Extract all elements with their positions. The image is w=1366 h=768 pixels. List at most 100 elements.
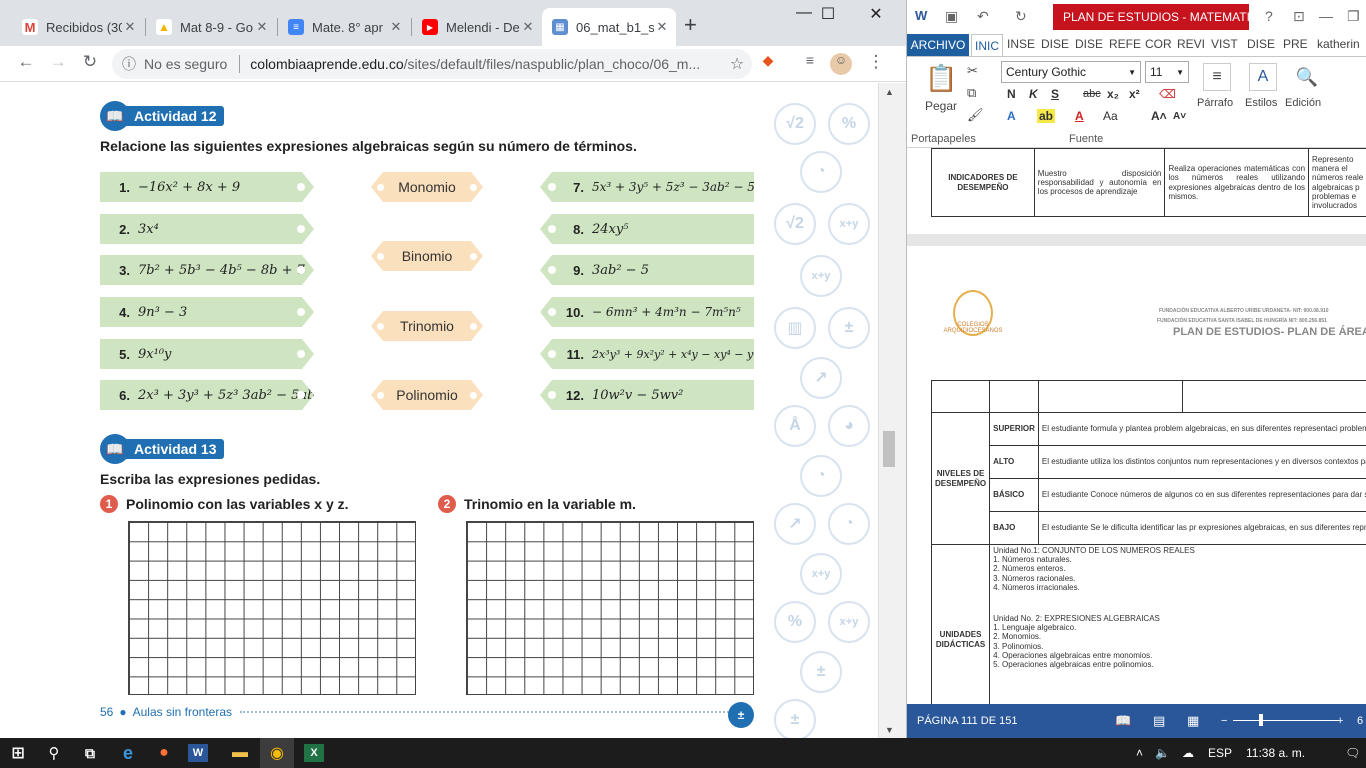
web-layout-icon[interactable]: ▦ <box>1187 713 1199 729</box>
tab-gmail[interactable]: M Recibidos (30 ✕ <box>12 8 144 46</box>
paragraph-icon[interactable]: ≡ <box>1203 63 1231 91</box>
scroll-thumb[interactable] <box>883 431 895 467</box>
tab-pdf[interactable]: ▦ 06_mat_b1_s ✕ <box>542 8 676 46</box>
subscript-button[interactable]: x₂ <box>1107 87 1119 101</box>
account-name[interactable]: katherin <box>1317 37 1360 51</box>
zoom-out-button[interactable]: − <box>1221 715 1227 727</box>
close-tab-icon[interactable]: ✕ <box>122 19 138 35</box>
tab-youtube[interactable]: ▶ Melendi - De ✕ <box>412 8 542 46</box>
paste-button[interactable]: Pegar <box>925 99 957 113</box>
zoom-slider[interactable] <box>1233 720 1339 721</box>
close-window-button[interactable]: ✕ <box>856 4 896 24</box>
expression-row: 2. 3x⁴ <box>100 214 314 244</box>
bookmark-star-icon[interactable]: ☆ <box>722 54 752 74</box>
page-count[interactable]: PÁGINA 111 DE 151 <box>917 715 1017 727</box>
font-name-select[interactable]: Century Gothic ▼ <box>1001 61 1141 83</box>
tab-revisar[interactable]: REVI <box>1177 37 1205 51</box>
scroll-down-icon[interactable]: ▼ <box>885 725 894 735</box>
restore-button[interactable]: ❐ <box>1347 8 1360 25</box>
cut-icon[interactable]: ✂ <box>967 63 978 79</box>
windows-start-icon[interactable]: ⊞ <box>4 742 32 764</box>
ribbon-options-icon[interactable]: ⊡ <box>1293 8 1305 25</box>
scrollbar[interactable]: ▲ ▼ <box>878 83 906 738</box>
undo-icon[interactable]: ↶ <box>977 8 989 25</box>
tab-drive[interactable]: ▲ Mat 8-9 - Go ✕ <box>146 8 276 46</box>
shrink-font-icon[interactable]: A˅ <box>1173 111 1186 122</box>
chrome-taskbar-icon[interactable]: ◉ <box>260 738 294 768</box>
read-mode-icon[interactable]: 📖 <box>1115 713 1131 729</box>
help-icon[interactable]: ? <box>1265 8 1273 24</box>
edge-icon[interactable]: e <box>114 742 142 764</box>
maximize-button[interactable]: ☐ <box>808 4 848 24</box>
close-tab-icon[interactable]: ✕ <box>388 19 404 35</box>
font-color-icon[interactable]: A <box>1075 109 1084 123</box>
tab-docs[interactable]: ≡ Mate. 8° apr ✕ <box>278 8 410 46</box>
print-layout-icon[interactable]: ▤ <box>1153 713 1165 729</box>
tab-vista[interactable]: VIST <box>1211 37 1238 51</box>
bold-button[interactable]: N <box>1007 87 1016 101</box>
minimize-button[interactable]: — <box>1319 8 1333 24</box>
zoom-level[interactable]: 6 <box>1357 715 1363 727</box>
editing-group[interactable]: Edición <box>1285 97 1321 109</box>
close-tab-icon[interactable]: ✕ <box>654 19 670 35</box>
task-view-icon[interactable]: ⧉ <box>76 742 104 764</box>
media-icon[interactable]: ≡ <box>798 52 822 68</box>
reload-button[interactable]: ↻ <box>78 52 102 72</box>
zoom-in-button[interactable]: + <box>1337 715 1343 727</box>
copy-icon[interactable]: ⧉ <box>967 85 976 101</box>
tab-archivo[interactable]: ARCHIVO <box>907 34 969 56</box>
underline-button[interactable]: S <box>1051 87 1059 101</box>
extension-icon[interactable]: ◆ <box>756 52 780 69</box>
close-tab-icon[interactable]: ✕ <box>254 19 270 35</box>
tab-diseno-tabla[interactable]: DISE <box>1247 37 1275 51</box>
address-bar[interactable]: ⓘ No es seguro colombiaaprende.edu.co/si… <box>112 49 752 79</box>
search-icon[interactable]: ⚲ <box>40 742 68 764</box>
close-tab-icon[interactable]: ✕ <box>520 19 536 35</box>
tab-inicio[interactable]: INIC <box>971 34 1003 56</box>
pdf-icon: ▦ <box>552 19 568 35</box>
font-size-select[interactable]: 11 ▼ <box>1145 61 1189 83</box>
strikethrough-button[interactable]: abc <box>1083 88 1101 100</box>
forward-button[interactable]: → <box>46 52 70 72</box>
clock[interactable]: 11:38 a. m. <box>1246 746 1305 760</box>
activity-12-header: 📖 Actividad 12 <box>100 101 225 131</box>
redo-icon[interactable]: ↻ <box>1015 8 1027 25</box>
word-taskbar-icon[interactable]: W <box>188 744 208 762</box>
change-case-icon[interactable]: Aa <box>1103 109 1118 123</box>
tab-referencias[interactable]: REFE <box>1109 37 1141 51</box>
language-indicator[interactable]: ESP <box>1208 746 1232 760</box>
tab-presentacion[interactable]: PRE <box>1283 37 1308 51</box>
save-icon[interactable]: ▣ <box>945 8 958 25</box>
styles-icon[interactable]: A <box>1249 63 1277 91</box>
new-tab-button[interactable]: + <box>684 12 697 38</box>
info-icon[interactable]: ⓘ <box>122 54 136 74</box>
clear-format-icon[interactable]: ⌫ <box>1159 87 1176 101</box>
tray-chevron-icon[interactable]: ˄ <box>1136 746 1143 760</box>
firefox-icon[interactable]: ● <box>150 742 178 764</box>
italic-button[interactable]: K <box>1029 87 1038 101</box>
highlight-icon[interactable]: ab <box>1037 109 1056 123</box>
notifications-icon[interactable]: 🗨 <box>1345 746 1360 760</box>
find-icon[interactable]: 🔍 <box>1293 63 1321 91</box>
tab-diseno-pagina[interactable]: DISE <box>1075 37 1103 51</box>
text-effects-icon[interactable]: A <box>1007 109 1016 123</box>
zoom-slider-thumb[interactable] <box>1259 714 1263 726</box>
grow-font-icon[interactable]: A˄ <box>1151 109 1167 123</box>
excel-taskbar-icon[interactable]: X <box>304 744 324 762</box>
cloud-icon[interactable]: ☁ <box>1182 746 1194 760</box>
avatar[interactable]: ☺ <box>830 53 852 75</box>
expression-row: 8. 24xy⁵ <box>540 214 754 244</box>
back-button[interactable]: ← <box>14 52 38 72</box>
tab-diseno[interactable]: DISE <box>1041 37 1069 51</box>
file-explorer-icon[interactable]: ▬ <box>226 742 254 764</box>
tab-correspondencia[interactable]: COR <box>1145 37 1172 51</box>
scroll-up-icon[interactable]: ▲ <box>885 87 894 97</box>
paste-icon[interactable]: 📋 <box>925 63 957 94</box>
styles-group[interactable]: Estilos <box>1245 97 1277 109</box>
superscript-button[interactable]: x² <box>1129 87 1140 101</box>
menu-icon[interactable]: ⋮ <box>864 52 888 72</box>
format-painter-icon[interactable]: 🖌 <box>967 107 984 123</box>
paragraph-group[interactable]: Párrafo <box>1197 97 1233 109</box>
volume-icon[interactable]: 🔈 <box>1155 746 1170 760</box>
tab-insertar[interactable]: INSE <box>1007 37 1035 51</box>
